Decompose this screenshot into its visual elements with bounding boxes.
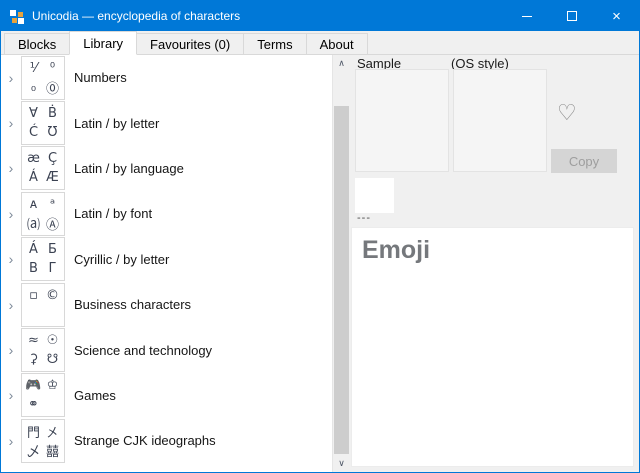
tab-blocks[interactable]: Blocks bbox=[4, 33, 70, 54]
chevron-right-icon[interactable]: › bbox=[1, 343, 21, 357]
block-title: Emoji bbox=[362, 236, 623, 265]
category-icon: А́БВГ bbox=[21, 237, 65, 281]
chevron-right-icon[interactable]: › bbox=[1, 252, 21, 266]
scrollbar-thumb[interactable] bbox=[334, 106, 349, 454]
tab-favourites[interactable]: Favourites (0) bbox=[136, 33, 244, 54]
chevron-right-icon[interactable]: › bbox=[1, 388, 21, 402]
category-icon: ⅟⁰₀⓪ bbox=[21, 56, 65, 100]
category-icon: ᴀᵃ⒜Ⓐ bbox=[21, 192, 65, 236]
list-item-label: Latin / by language bbox=[74, 161, 184, 176]
chevron-right-icon[interactable]: › bbox=[1, 161, 21, 175]
tab-library[interactable]: Library bbox=[69, 31, 137, 55]
list-item-strange-cjk-ideographs[interactable]: › 門㐅乄囍 Strange CJK ideographs bbox=[1, 418, 332, 463]
maximize-button[interactable] bbox=[549, 1, 594, 31]
list-item-latin-by-font[interactable]: › ᴀᵃ⒜Ⓐ Latin / by font bbox=[1, 191, 332, 236]
list-item-business-characters[interactable]: › ▫© Business characters bbox=[1, 282, 332, 327]
chevron-right-icon[interactable]: › bbox=[1, 434, 21, 448]
list-item-label: Games bbox=[74, 388, 116, 403]
list-item-label: Business characters bbox=[74, 297, 191, 312]
category-icon: 🎮♔⚭ bbox=[21, 373, 65, 417]
list-item-science-and-technology[interactable]: › ≈☉⚳☋ Science and technology bbox=[1, 327, 332, 372]
category-icon: ▫© bbox=[21, 283, 65, 327]
tab-terms[interactable]: Terms bbox=[243, 33, 306, 54]
close-button[interactable]: × bbox=[594, 1, 639, 31]
category-icon: æÇÁÆ bbox=[21, 146, 65, 190]
character-cell bbox=[355, 178, 394, 213]
list-item-latin-by-language[interactable]: › æÇÁÆ Latin / by language bbox=[1, 146, 332, 191]
category-icon: ≈☉⚳☋ bbox=[21, 328, 65, 372]
list-item-cyrillic-by-letter[interactable]: › А́БВГ Cyrillic / by letter bbox=[1, 237, 332, 282]
chevron-right-icon[interactable]: › bbox=[1, 116, 21, 130]
list-item-label: Science and technology bbox=[74, 343, 212, 358]
list-item-games[interactable]: › 🎮♔⚭ Games bbox=[1, 373, 332, 418]
detail-panel: Sample (OS style) ♡ Copy --- Emoji bbox=[350, 55, 639, 472]
scroll-up-icon[interactable]: ∧ bbox=[333, 55, 350, 72]
favourite-heart-icon[interactable]: ♡ bbox=[557, 101, 577, 126]
list-item-numbers[interactable]: › ⅟⁰₀⓪ Numbers bbox=[1, 55, 332, 100]
library-list: › ⅟⁰₀⓪ Numbers › ⱯḂĆƱ Latin / by letter … bbox=[1, 55, 333, 472]
app-icon bbox=[9, 8, 25, 24]
tab-about[interactable]: About bbox=[306, 33, 368, 54]
divider-text: --- bbox=[357, 212, 371, 224]
list-item-label: Cyrillic / by letter bbox=[74, 252, 169, 267]
category-icon: 門㐅乄囍 bbox=[21, 419, 65, 463]
chevron-right-icon[interactable]: › bbox=[1, 298, 21, 312]
list-item-latin-by-letter[interactable]: › ⱯḂĆƱ Latin / by letter bbox=[1, 100, 332, 145]
vertical-scrollbar[interactable]: ∧ ∨ bbox=[333, 55, 350, 472]
list-item-label: Numbers bbox=[74, 70, 127, 85]
description-area: Emoji bbox=[351, 227, 634, 467]
chevron-right-icon[interactable]: › bbox=[1, 71, 21, 85]
tab-bar: Blocks Library Favourites (0) Terms Abou… bbox=[1, 31, 639, 55]
sample-preview-box bbox=[355, 69, 449, 172]
scroll-down-icon[interactable]: ∨ bbox=[333, 455, 350, 472]
main-area: › ⅟⁰₀⓪ Numbers › ⱯḂĆƱ Latin / by letter … bbox=[1, 55, 639, 472]
chevron-right-icon[interactable]: › bbox=[1, 207, 21, 221]
os-style-preview-box bbox=[453, 69, 547, 172]
title-bar: Unicodia — encyclopedia of characters × bbox=[1, 1, 639, 31]
list-item-label: Latin / by font bbox=[74, 206, 152, 221]
list-item-label: Strange CJK ideographs bbox=[74, 433, 216, 448]
list-item-label: Latin / by letter bbox=[74, 116, 159, 131]
minimize-button[interactable] bbox=[504, 1, 549, 31]
category-icon: ⱯḂĆƱ bbox=[21, 101, 65, 145]
app-window: Unicodia — encyclopedia of characters × … bbox=[0, 0, 640, 473]
copy-button[interactable]: Copy bbox=[551, 149, 617, 173]
window-title: Unicodia — encyclopedia of characters bbox=[32, 9, 504, 23]
